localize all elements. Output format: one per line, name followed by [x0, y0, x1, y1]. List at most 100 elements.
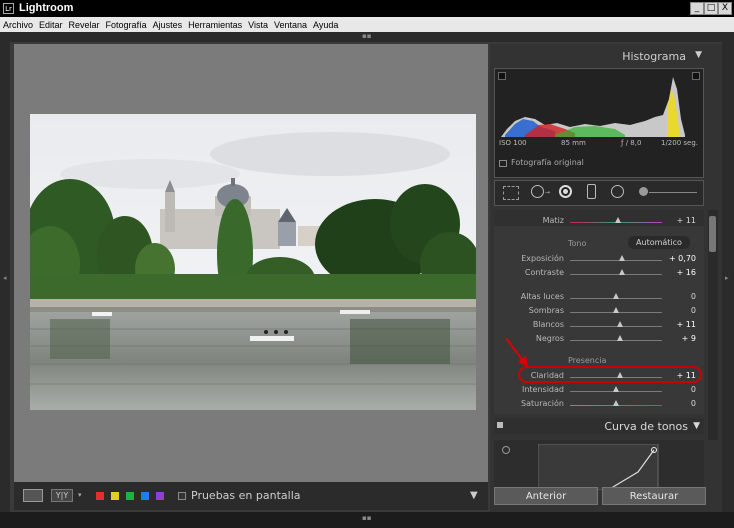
reset-button[interactable]: Restaurar	[602, 487, 706, 505]
target-adjust-icon[interactable]	[502, 446, 510, 454]
compare-view-icon[interactable]: Y|Y	[51, 489, 73, 502]
saturacion-slider-thumb[interactable]	[613, 400, 619, 406]
graduated-filter-icon[interactable]	[587, 184, 596, 199]
contraste-slider-thumb[interactable]	[619, 269, 625, 275]
negros-value[interactable]: + 9	[666, 334, 696, 343]
blancos-label: Blancos	[532, 320, 564, 329]
menu-vista[interactable]: Vista	[245, 20, 271, 30]
red-annotation-arrow	[505, 337, 528, 367]
top-panel-toggle-strip[interactable]: ▪▪	[0, 32, 734, 42]
sombras-value[interactable]: 0	[666, 306, 696, 315]
sombras-slider-thumb[interactable]	[613, 307, 619, 313]
right-panel-toggle-strip[interactable]: ▸	[722, 42, 734, 514]
menu-fotografia[interactable]: Fotografía	[103, 20, 150, 30]
tono-section-label: Tono	[568, 239, 587, 248]
menu-ayuda[interactable]: Ayuda	[310, 20, 341, 30]
menu-ajustes[interactable]: Ajustes	[150, 20, 186, 30]
top-panel-toggle-icon[interactable]: ▪▪	[362, 32, 372, 40]
negros-slider-thumb[interactable]	[617, 335, 623, 341]
exposicion-slider-thumb[interactable]	[619, 255, 625, 261]
saturacion-label: Saturación	[521, 399, 564, 408]
left-panel-toggle-icon[interactable]: ◂	[3, 274, 7, 282]
matiz-slider-thumb[interactable]	[615, 217, 621, 223]
histogram-graph	[501, 77, 685, 137]
basic-panel: Matiz + 11 Tono Automático Exposición + …	[494, 210, 704, 414]
contraste-value[interactable]: + 16	[666, 268, 696, 277]
adjustment-brush-icon[interactable]	[639, 187, 648, 196]
menu-archivo[interactable]: Archivo	[0, 20, 36, 30]
loupe-view-icon[interactable]	[23, 489, 43, 502]
panel-scrollbar-thumb[interactable]	[709, 216, 716, 252]
right-develop-panel: Histograma ▼ ISO 100 85 mm ƒ / 8,0 1/200…	[490, 44, 722, 512]
bottom-toolbar: Y|Y ▾ Pruebas en pantalla ▼	[14, 482, 488, 510]
altas-luces-value[interactable]: 0	[666, 292, 696, 301]
filmstrip-toggle-icon[interactable]: ▪▪	[362, 514, 372, 522]
radial-filter-icon[interactable]	[611, 185, 624, 198]
exposicion-value[interactable]: + 0,70	[666, 254, 696, 263]
image-canvas	[14, 44, 488, 482]
contraste-label: Contraste	[524, 268, 564, 277]
right-panel-toggle-icon[interactable]: ▸	[725, 274, 729, 282]
intensidad-value[interactable]: 0	[666, 385, 696, 394]
close-button[interactable]: X	[718, 2, 732, 15]
altas-luces-label: Altas luces	[520, 292, 564, 301]
lightroom-app-icon: Lr	[3, 3, 14, 14]
brush-slider-track[interactable]	[649, 192, 697, 193]
color-label-green[interactable]	[126, 492, 134, 500]
saturacion-value[interactable]: 0	[666, 399, 696, 408]
claridad-highlight-ellipse	[518, 366, 702, 383]
menu-bar: Archivo Editar Revelar Fotografía Ajuste…	[0, 17, 734, 32]
panel-scrollbar[interactable]	[708, 210, 718, 440]
histogram-header[interactable]: Histograma ▼	[490, 46, 706, 66]
minimize-button[interactable]: _	[690, 2, 704, 15]
panel-switch-icon[interactable]	[497, 422, 503, 428]
color-label-yellow[interactable]	[111, 492, 119, 500]
matiz-label: Matiz	[542, 216, 564, 225]
menu-ventana[interactable]: Ventana	[271, 20, 310, 30]
altas-luces-slider-thumb[interactable]	[613, 293, 619, 299]
menu-revelar[interactable]: Revelar	[66, 20, 103, 30]
maximize-button[interactable]: □	[704, 2, 718, 15]
title-bar: Lr Lightroom _ □ X	[0, 0, 734, 17]
presencia-section-label: Presencia	[568, 356, 607, 365]
spot-arrow-icon: →	[545, 189, 551, 196]
sombras-label: Sombras	[528, 306, 564, 315]
soft-proof-label: Pruebas en pantalla	[191, 489, 301, 502]
photo-image	[30, 114, 476, 410]
matiz-value[interactable]: + 11	[666, 216, 696, 225]
red-eye-icon[interactable]	[559, 185, 572, 198]
previous-button[interactable]: Anterior	[494, 487, 598, 505]
auto-tone-button[interactable]: Automático	[628, 236, 690, 249]
shutter-readout: 1/200 seg.	[661, 139, 699, 147]
menu-herramientas[interactable]: Herramientas	[185, 20, 245, 30]
tone-curve-collapse-icon[interactable]: ▼	[693, 421, 700, 431]
contraste-slider-track[interactable]	[570, 274, 662, 275]
exposicion-slider-track[interactable]	[570, 260, 662, 261]
spot-removal-icon[interactable]	[531, 185, 544, 198]
original-photo-label: Fotografía original	[511, 158, 584, 167]
tone-curve-graph	[494, 440, 704, 490]
soft-proof-checkbox[interactable]	[178, 492, 186, 500]
tone-curve-header[interactable]: Curva de tonos ▼	[494, 418, 704, 434]
blancos-slider-thumb[interactable]	[617, 321, 623, 327]
crop-tool-icon[interactable]	[503, 186, 519, 200]
exposicion-label: Exposición	[521, 254, 564, 263]
blancos-value[interactable]: + 11	[666, 320, 696, 329]
filmstrip-toggle-strip[interactable]: ▪▪	[0, 512, 734, 528]
tone-curve-title: Curva de tonos	[604, 420, 688, 433]
menu-editar[interactable]: Editar	[36, 20, 66, 30]
color-label-blue[interactable]	[141, 492, 149, 500]
intensidad-slider-thumb[interactable]	[613, 386, 619, 392]
left-panel-toggle-strip[interactable]: ◂	[0, 42, 10, 514]
lightroom-window: Lr Lightroom _ □ X Archivo Editar Revela…	[0, 0, 734, 528]
collapse-triangle-icon[interactable]: ▼	[695, 50, 702, 60]
negros-slider-track[interactable]	[570, 340, 662, 341]
blancos-slider-track[interactable]	[570, 326, 662, 327]
color-label-red[interactable]	[96, 492, 104, 500]
original-photo-checkbox[interactable]	[499, 160, 507, 167]
toolbar-menu-icon[interactable]: ▼	[470, 490, 478, 501]
photo-preview	[30, 114, 476, 410]
focal-length-readout: 85 mm	[561, 139, 586, 147]
compare-dropdown-icon[interactable]: ▾	[78, 491, 82, 499]
color-label-purple[interactable]	[156, 492, 164, 500]
